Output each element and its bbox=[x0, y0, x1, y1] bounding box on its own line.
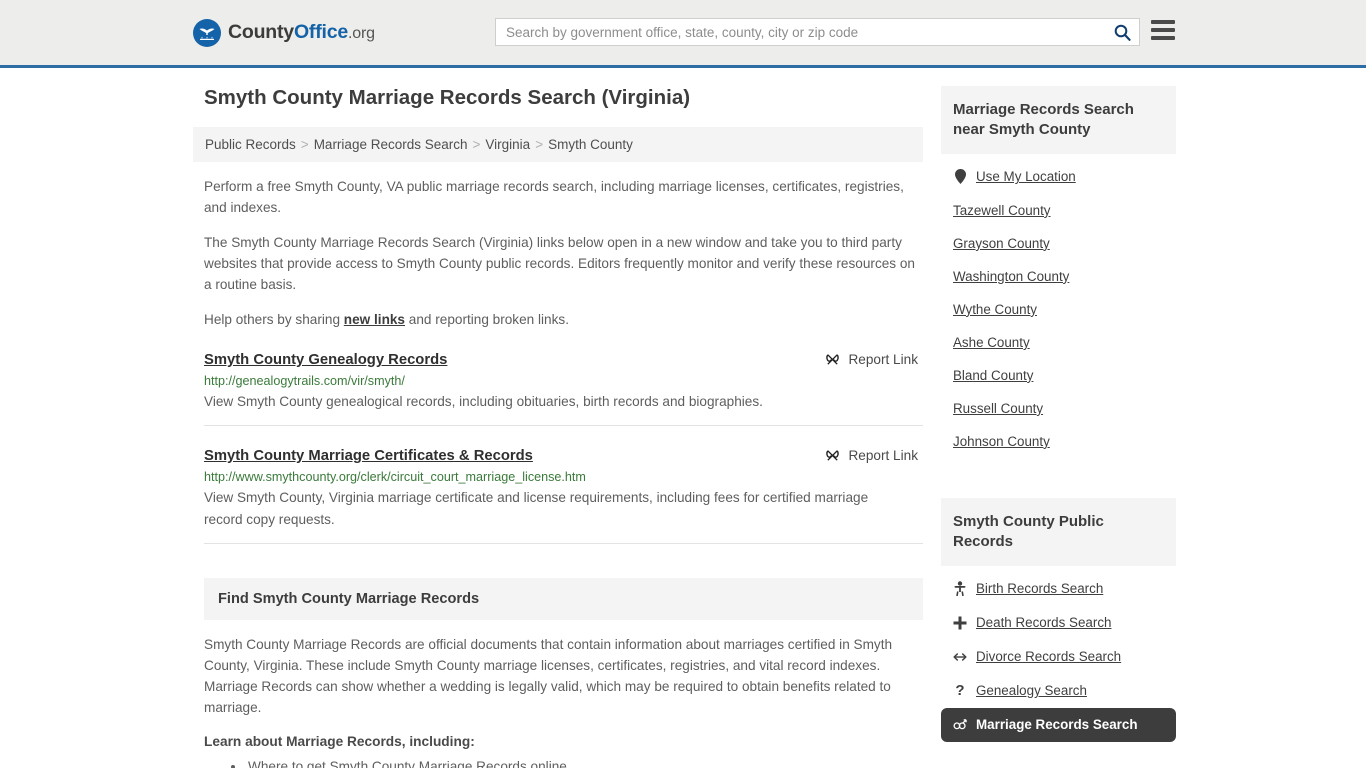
sidebar-item-ashe-county[interactable]: Ashe County bbox=[941, 326, 1176, 359]
sidebar-item-label: Use My Location bbox=[976, 169, 1076, 185]
learn-about-list: Where to get Smyth County Marriage Recor… bbox=[204, 756, 923, 768]
sidebar-item-marriage-records-search[interactable]: Marriage Records Search bbox=[941, 707, 1176, 742]
report-link-button[interactable]: Report Link bbox=[825, 448, 923, 463]
breadcrumb-separator: > bbox=[300, 137, 309, 152]
logo-tld-text: .org bbox=[348, 25, 375, 42]
sidebar-public-records-list: Birth Records Search Death Records Searc… bbox=[941, 572, 1176, 742]
list-item: Where to get Smyth County Marriage Recor… bbox=[246, 756, 923, 768]
sidebar-item-grayson-county[interactable]: Grayson County bbox=[941, 227, 1176, 260]
logo-office-text: Office bbox=[293, 21, 349, 43]
sidebar-item-label: Wythe County bbox=[953, 301, 1037, 317]
result-description: View Smyth County, Virginia marriage cer… bbox=[204, 490, 869, 527]
sidebar: Marriage Records Search near Smyth Count… bbox=[941, 86, 1176, 768]
breadcrumb-item-marriage-records-search[interactable]: Marriage Records Search bbox=[314, 137, 468, 152]
report-link-label: Report Link bbox=[848, 448, 918, 464]
sidebar-item-use-my-location[interactable]: Use My Location bbox=[941, 160, 1176, 194]
sidebar-item-label: Birth Records Search bbox=[976, 581, 1104, 597]
search-bar[interactable] bbox=[495, 18, 1140, 46]
result-url: http://www.smythcounty.org/clerk/circuit… bbox=[204, 470, 586, 485]
sidebar-item-label: Grayson County bbox=[953, 235, 1050, 251]
sidebar-item-label: Tazewell County bbox=[953, 202, 1051, 218]
hamburger-bar bbox=[1151, 28, 1175, 32]
page-container: Smyth County Marriage Records Search (Vi… bbox=[0, 68, 1366, 768]
result-header: Smyth County Marriage Certificates & Rec… bbox=[204, 448, 923, 464]
broken-link-icon bbox=[826, 354, 840, 366]
search-icon bbox=[1114, 24, 1131, 41]
question-mark-icon: ? bbox=[955, 682, 965, 700]
result-header: Smyth County Genealogy Records Report Li… bbox=[204, 352, 923, 368]
report-link-label: Report Link bbox=[848, 352, 918, 368]
share-text-before: Help others by sharing bbox=[204, 312, 344, 328]
result-item: Smyth County Marriage Certificates & Rec… bbox=[204, 448, 923, 544]
report-link-button[interactable]: Report Link bbox=[825, 352, 923, 367]
sidebar-item-genealogy-search[interactable]: ? Genealogy Search bbox=[941, 674, 1176, 708]
new-links-link[interactable]: new links bbox=[344, 312, 405, 327]
cross-icon bbox=[953, 615, 967, 631]
sidebar-item-label: Death Records Search bbox=[976, 615, 1112, 631]
sidebar-public-records-heading: Smyth County Public Records bbox=[941, 497, 1176, 566]
site-logo[interactable]: CountyOffice.org bbox=[193, 18, 375, 47]
sidebar-item-label: Genealogy Search bbox=[976, 683, 1087, 699]
main-content: Smyth County Marriage Records Search (Vi… bbox=[193, 86, 923, 768]
find-section-body: Smyth County Marriage Records are offici… bbox=[204, 634, 923, 768]
share-text-after: and reporting broken links. bbox=[405, 312, 569, 328]
sidebar-item-label: Bland County bbox=[953, 367, 1034, 383]
sidebar-public-records-block: Smyth County Public Records Birth Record… bbox=[941, 497, 1176, 742]
sidebar-item-death-records-search[interactable]: Death Records Search bbox=[941, 606, 1176, 640]
baby-icon bbox=[953, 581, 967, 597]
breadcrumb: Public Records > Marriage Records Search > V… bbox=[193, 127, 923, 162]
intro-paragraph-2: The Smyth County Marriage Records Search… bbox=[204, 235, 915, 293]
breadcrumb-item-virginia[interactable]: Virginia bbox=[485, 137, 530, 152]
broken-link-icon bbox=[826, 450, 840, 461]
result-title-link[interactable]: Smyth County Marriage Certificates & Rec… bbox=[204, 448, 533, 464]
result-url: http://genealogytrails.com/vir/smyth/ bbox=[204, 374, 405, 389]
intro-paragraph-3: Help others by sharing new links and rep… bbox=[204, 309, 916, 330]
sidebar-item-divorce-records-search[interactable]: Divorce Records Search bbox=[941, 640, 1176, 674]
map-pin-icon bbox=[953, 169, 967, 185]
sidebar-item-label: Washington County bbox=[953, 268, 1070, 284]
sidebar-item-label: Marriage Records Search bbox=[976, 717, 1138, 733]
gender-rings-icon bbox=[953, 717, 967, 733]
logo-county-text: County bbox=[228, 21, 294, 43]
learn-about-heading: Learn about Marriage Records, including: bbox=[204, 733, 475, 749]
logo-wordmark: CountyOffice.org bbox=[228, 21, 375, 44]
hamburger-menu-icon[interactable] bbox=[1151, 20, 1175, 40]
hamburger-bar bbox=[1151, 36, 1175, 40]
intro-paragraph-1: Perform a free Smyth County, VA public m… bbox=[204, 179, 904, 216]
result-description: View Smyth County genealogical records, … bbox=[204, 394, 763, 410]
sidebar-item-russell-county[interactable]: Russell County bbox=[941, 392, 1176, 425]
sidebar-item-johnson-county[interactable]: Johnson County bbox=[941, 425, 1176, 458]
sidebar-item-tazewell-county[interactable]: Tazewell County bbox=[941, 194, 1176, 227]
result-item: Smyth County Genealogy Records Report Li… bbox=[204, 352, 923, 427]
search-input[interactable] bbox=[496, 19, 1105, 45]
sidebar-item-label: Ashe County bbox=[953, 334, 1030, 350]
sidebar-item-birth-records-search[interactable]: Birth Records Search bbox=[941, 572, 1176, 606]
search-button[interactable] bbox=[1105, 19, 1139, 45]
site-header: CountyOffice.org bbox=[0, 0, 1366, 68]
breadcrumb-item-smyth-county[interactable]: Smyth County bbox=[548, 137, 633, 152]
breadcrumb-separator: > bbox=[472, 137, 481, 152]
hamburger-bar bbox=[1151, 20, 1175, 24]
sidebar-item-label: Johnson County bbox=[953, 433, 1050, 449]
sidebar-item-bland-county[interactable]: Bland County bbox=[941, 359, 1176, 392]
left-right-arrow-icon bbox=[953, 649, 967, 665]
sidebar-nearby-list: Use My Location Tazewell County Grayson … bbox=[941, 160, 1176, 458]
page-title: Smyth County Marriage Records Search (Vi… bbox=[204, 86, 691, 109]
eagle-shield-icon bbox=[193, 18, 221, 47]
find-section-heading: Find Smyth County Marriage Records bbox=[204, 577, 923, 620]
sidebar-item-washington-county[interactable]: Washington County bbox=[941, 260, 1176, 293]
result-title-link[interactable]: Smyth County Genealogy Records bbox=[204, 352, 447, 368]
breadcrumb-item-public-records[interactable]: Public Records bbox=[205, 137, 296, 152]
find-section-paragraph: Smyth County Marriage Records are offici… bbox=[204, 636, 893, 715]
sidebar-item-wythe-county[interactable]: Wythe County bbox=[941, 293, 1176, 326]
sidebar-item-label: Russell County bbox=[953, 400, 1044, 416]
breadcrumb-separator: > bbox=[535, 137, 544, 152]
sidebar-nearby-heading: Marriage Records Search near Smyth Count… bbox=[941, 86, 1176, 154]
sidebar-item-label: Divorce Records Search bbox=[976, 649, 1122, 665]
